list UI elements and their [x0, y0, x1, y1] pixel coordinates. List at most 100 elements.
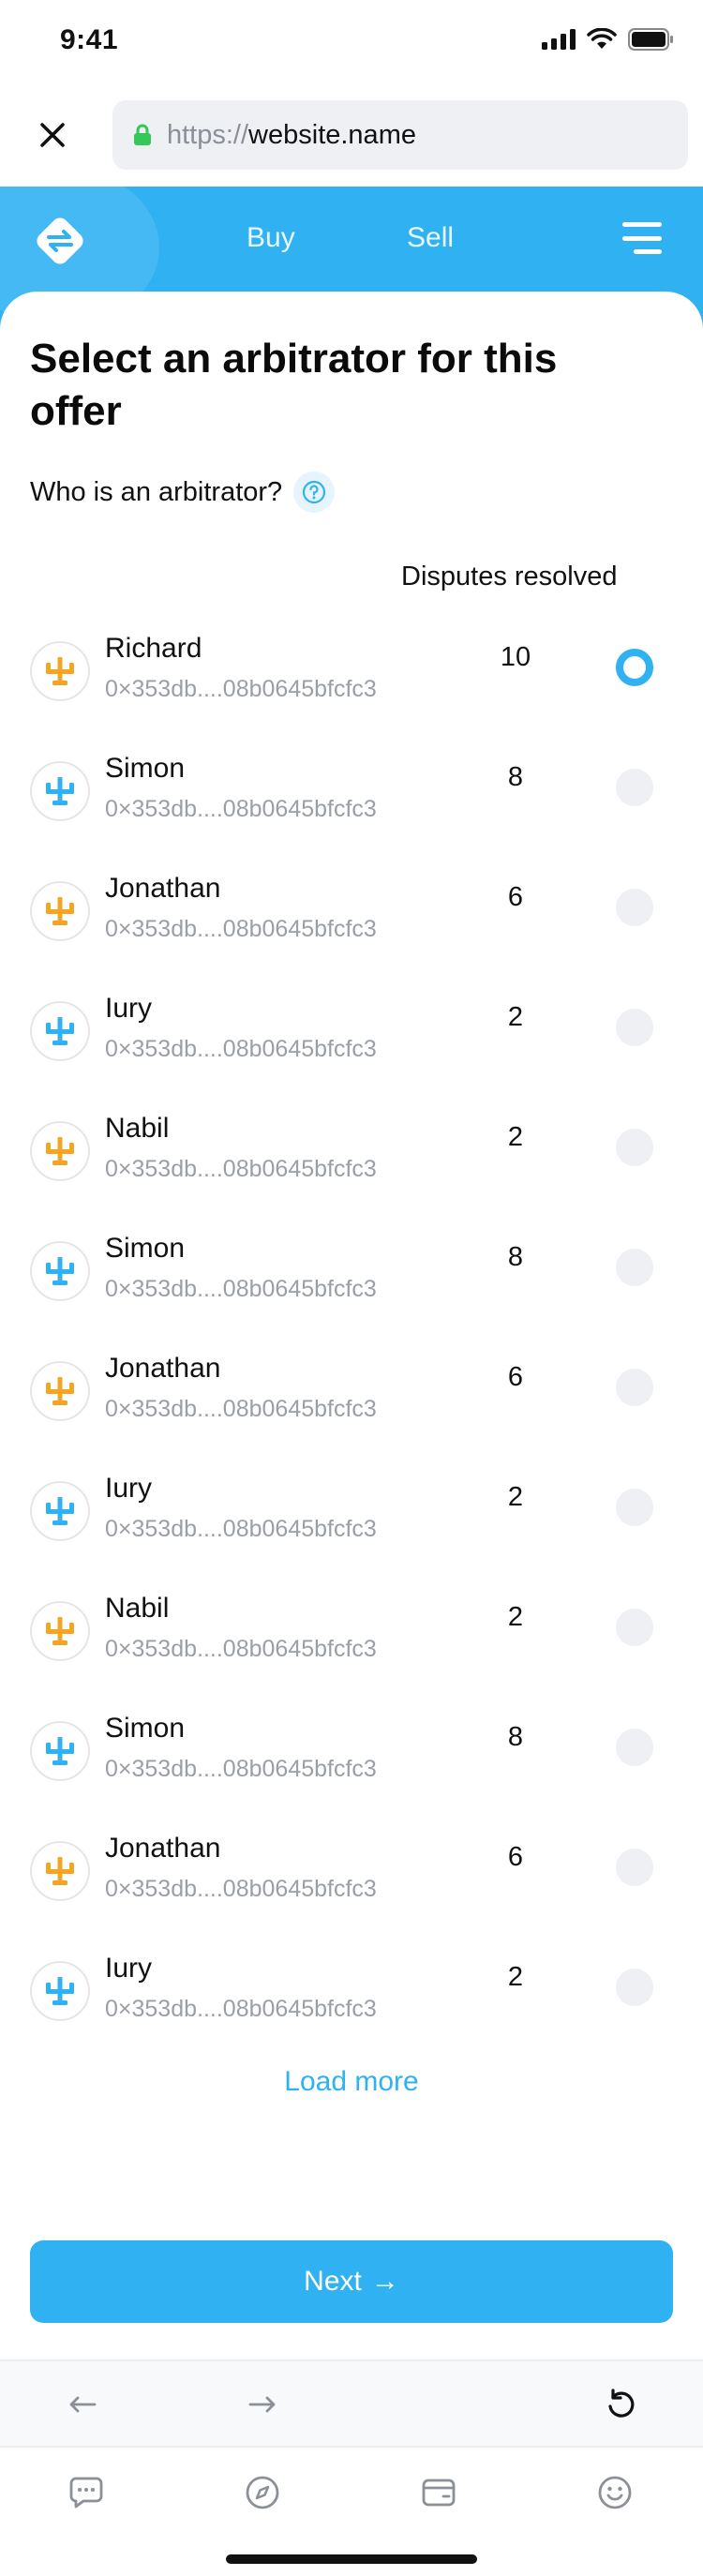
arbitrator-address: 0×353db....08b0645bfcfc3	[105, 1156, 377, 1182]
arbitrator-name: Jonathan	[105, 1833, 221, 1864]
select-arbitrator-radio[interactable]	[616, 649, 653, 686]
page-title: Select an arbitrator for this offer	[30, 336, 558, 434]
arbitrator-name: Iury	[105, 1953, 153, 1984]
arbitrator-row[interactable]: Jonathan 0×353db....08b0645bfcfc3 6	[0, 846, 703, 966]
disputes-resolved-count: 8	[507, 1242, 524, 1272]
arbitrator-name: Jonathan	[105, 873, 221, 904]
swap-logo-icon[interactable]	[28, 209, 92, 273]
home-indicator	[226, 2554, 477, 2564]
status-bar: 9:41	[0, 0, 703, 82]
select-arbitrator-radio[interactable]	[616, 1609, 653, 1646]
select-arbitrator-radio[interactable]	[616, 1489, 653, 1526]
arbitrator-row[interactable]: Simon 0×353db....08b0645bfcfc3 8	[0, 1686, 703, 1806]
disputes-resolved-count: 6	[507, 1362, 524, 1392]
arbitrator-name: Richard	[105, 633, 202, 664]
arbitrator-row[interactable]: Nabil 0×353db....08b0645bfcfc3 2	[0, 1086, 703, 1206]
arbitrator-address: 0×353db....08b0645bfcfc3	[105, 676, 377, 702]
select-arbitrator-radio[interactable]	[616, 1009, 653, 1046]
arbitrator-address: 0×353db....08b0645bfcfc3	[105, 1996, 377, 2022]
nav-buy[interactable]: Buy	[247, 222, 295, 254]
url-host: website.name	[248, 119, 416, 150]
disputes-resolved-count: 2	[507, 1122, 524, 1152]
status-icons	[542, 27, 675, 55]
arbitrator-info-row: Who is an arbitrator?	[30, 472, 336, 513]
disputes-resolved-count: 6	[507, 882, 524, 912]
arbitrator-list: Richard 0×353db....08b0645bfcfc3 10 Simon 0×…	[0, 607, 703, 2046]
close-icon[interactable]	[34, 116, 71, 154]
arbitrator-avatar-icon	[30, 881, 90, 941]
arbitrator-name: Iury	[105, 1473, 153, 1504]
arbitrator-row[interactable]: Nabil 0×353db....08b0645bfcfc3 2	[0, 1566, 703, 1686]
arrow-right-icon: →	[370, 2266, 399, 2297]
url-protocol: https://	[167, 119, 249, 150]
arbitrator-name: Simon	[105, 1233, 186, 1264]
back-arrow-icon[interactable]	[62, 2384, 103, 2425]
arbitrator-name: Simon	[105, 753, 186, 784]
signal-icon	[542, 29, 576, 54]
arbitrator-address: 0×353db....08b0645bfcfc3	[105, 1876, 377, 1902]
browser-toolbar	[0, 2359, 703, 2446]
tab-bar	[0, 2446, 703, 2576]
arbitrator-name: Nabil	[105, 1593, 170, 1624]
arbitrator-row[interactable]: Richard 0×353db....08b0645bfcfc3 10	[0, 607, 703, 726]
select-arbitrator-radio[interactable]	[616, 1249, 653, 1286]
arbitrator-row[interactable]: Iury 0×353db....08b0645bfcfc3 2	[0, 1446, 703, 1566]
arbitrator-address: 0×353db....08b0645bfcfc3	[105, 1516, 377, 1542]
status-time: 9:41	[60, 24, 119, 55]
select-arbitrator-radio[interactable]	[616, 1969, 653, 2006]
arbitrator-row[interactable]: Iury 0×353db....08b0645bfcfc3 2	[0, 966, 703, 1086]
question-circle-icon[interactable]	[293, 472, 336, 513]
next-button-label: Next	[304, 2266, 362, 2297]
select-arbitrator-radio[interactable]	[616, 769, 653, 806]
url-text: https://website.name	[167, 120, 416, 151]
next-button[interactable]: Next →	[30, 2240, 673, 2323]
arbitrator-avatar-icon	[30, 1001, 90, 1061]
url-row: https://website.name	[0, 97, 703, 172]
disputes-resolved-count: 10	[500, 642, 531, 672]
arbitrator-row[interactable]: Jonathan 0×353db....08b0645bfcfc3 6	[0, 1806, 703, 1926]
reload-icon[interactable]	[601, 2384, 642, 2425]
load-more-button[interactable]: Load more	[0, 2066, 703, 2098]
compass-icon[interactable]	[242, 2472, 283, 2513]
nav-sell[interactable]: Sell	[407, 222, 454, 254]
select-arbitrator-radio[interactable]	[616, 1849, 653, 1886]
disputes-resolved-count: 8	[507, 762, 524, 792]
forward-arrow-icon[interactable]	[242, 2384, 283, 2425]
smiley-icon[interactable]	[594, 2472, 636, 2513]
url-field[interactable]: https://website.name	[112, 100, 688, 170]
arbitrator-avatar-icon	[30, 1121, 90, 1181]
arbitrator-address: 0×353db....08b0645bfcfc3	[105, 1036, 377, 1062]
select-arbitrator-radio[interactable]	[616, 1129, 653, 1166]
chat-icon[interactable]	[66, 2472, 107, 2513]
arbitrator-address: 0×353db....08b0645bfcfc3	[105, 1756, 377, 1782]
arbitrator-avatar-icon	[30, 1361, 90, 1421]
arbitrator-address: 0×353db....08b0645bfcfc3	[105, 1636, 377, 1662]
arbitrator-name: Jonathan	[105, 1353, 221, 1384]
arbitrator-row[interactable]: Simon 0×353db....08b0645bfcfc3 8	[0, 726, 703, 846]
arbitrator-avatar-icon	[30, 1961, 90, 2021]
hamburger-menu-icon[interactable]	[622, 222, 662, 254]
wifi-icon	[587, 27, 617, 55]
arbitrator-avatar-icon	[30, 1721, 90, 1781]
arbitrator-row[interactable]: Jonathan 0×353db....08b0645bfcfc3 6	[0, 1326, 703, 1446]
select-arbitrator-radio[interactable]	[616, 889, 653, 926]
arbitrator-row[interactable]: Simon 0×353db....08b0645bfcfc3 8	[0, 1206, 703, 1326]
arbitrator-name: Iury	[105, 993, 153, 1024]
disputes-resolved-count: 8	[507, 1722, 524, 1752]
content-sheet: Select an arbitrator for this offer Who …	[0, 292, 703, 2359]
arbitrator-address: 0×353db....08b0645bfcfc3	[105, 916, 377, 942]
arbitrator-avatar-icon	[30, 1481, 90, 1541]
arbitrator-row[interactable]: Iury 0×353db....08b0645bfcfc3 2	[0, 1926, 703, 2046]
disputes-resolved-count: 2	[507, 1962, 524, 1992]
select-arbitrator-radio[interactable]	[616, 1729, 653, 1766]
arbitrator-avatar-icon	[30, 1601, 90, 1661]
arbitrator-name: Simon	[105, 1713, 186, 1744]
battery-icon	[628, 28, 675, 55]
lock-icon	[133, 124, 152, 146]
select-arbitrator-radio[interactable]	[616, 1369, 653, 1406]
arbitrator-avatar-icon	[30, 641, 90, 701]
wallet-icon[interactable]	[418, 2472, 459, 2513]
arbitrator-address: 0×353db....08b0645bfcfc3	[105, 1276, 377, 1302]
disputes-resolved-count: 2	[507, 1482, 524, 1512]
disputes-column-header: Disputes resolved	[401, 562, 618, 592]
